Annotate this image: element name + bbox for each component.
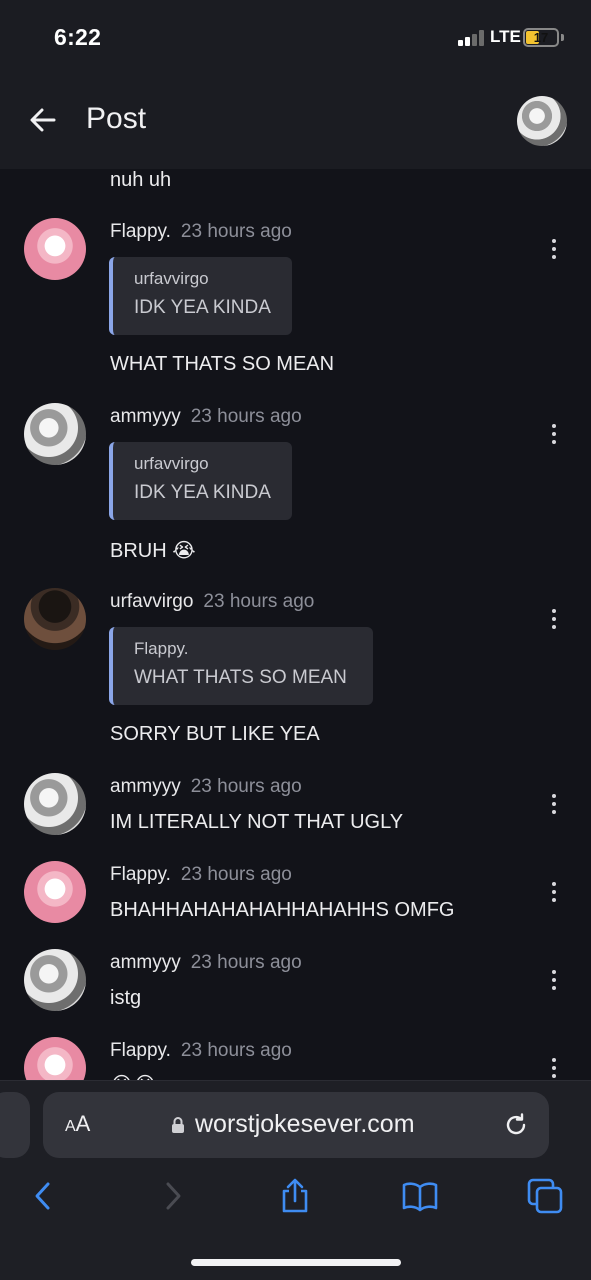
quoted-reply[interactable]: Flappy. WHAT THATS SO MEAN [109,627,373,705]
comment-username[interactable]: ammyyy [110,952,181,973]
more-vertical-icon[interactable] [546,969,562,991]
aa-small: A [65,1118,76,1135]
signal-icon [458,30,484,46]
avatar[interactable] [24,403,86,465]
lock-icon [172,1117,184,1133]
status-time: 6:22 [54,24,102,50]
chevron-right-icon[interactable] [154,1178,190,1214]
comment-list[interactable]: nuh uh Flappy. 23 hours ago urfavvirgo ID… [0,169,591,1080]
reader-settings-button[interactable]: AA [65,1111,90,1137]
quote-text: WHAT THATS SO MEAN [134,667,347,688]
quote-username: urfavvirgo [134,454,209,473]
comment-username[interactable]: urfavvirgo [110,591,193,612]
comment-meta: urfavvirgo 23 hours ago [110,591,314,613]
back-arrow-icon[interactable] [26,103,60,137]
comment-text: BHAHHAHAHAHAHHAHAHHS OMFG [110,899,455,921]
previous-tab-preview[interactable] [0,1092,30,1158]
quoted-reply[interactable]: urfavvirgo IDK YEA KINDA [109,257,292,335]
more-vertical-icon[interactable] [546,608,562,630]
comment-text: istg [110,987,142,1009]
comment-text: IM LITERALLY NOT THAT UGLY [110,811,404,833]
quote-username: Flappy. [134,639,189,658]
url-text[interactable]: worstjokesever.com [195,1110,415,1139]
user-avatar[interactable] [517,96,567,146]
network-label: LTE [490,27,521,46]
more-vertical-icon[interactable] [546,1057,562,1079]
quoted-reply[interactable]: urfavvirgo IDK YEA KINDA [109,442,292,520]
comment-username[interactable]: ammyyy [110,776,181,797]
book-icon[interactable] [402,1178,438,1214]
comment-text: WHAT THATS SO MEAN [110,353,335,375]
avatar[interactable] [24,1037,86,1080]
battery-tip [561,34,564,41]
comment-timestamp: 23 hours ago [203,591,315,612]
comment-username[interactable]: ammyyy [110,406,181,427]
comment-meta: Flappy. 23 hours ago [110,221,292,243]
tabs-icon[interactable] [527,1178,563,1214]
quote-text: IDK YEA KINDA [134,482,271,503]
status-bar: 6:22 LTE 17 [0,0,591,75]
page-title: Post [86,102,147,135]
comment-timestamp: 23 hours ago [180,1040,292,1061]
chevron-left-icon[interactable] [26,1178,62,1214]
browser-toolbar: AA worstjokesever.com [0,1080,591,1280]
avatar[interactable] [24,861,86,923]
comment-text: SORRY BUT LIKE YEA [110,723,320,745]
more-vertical-icon[interactable] [546,793,562,815]
comment-timestamp: 23 hours ago [180,864,292,885]
avatar[interactable] [24,949,86,1011]
quote-username: urfavvirgo [134,269,209,288]
address-bar[interactable]: AA worstjokesever.com [43,1092,549,1158]
avatar[interactable] [24,588,86,650]
comment-timestamp: 23 hours ago [190,952,302,973]
comment-meta: ammyyy 23 hours ago [110,776,302,798]
comment-text: 😭😭 [110,1072,157,1080]
quote-text: IDK YEA KINDA [134,297,271,318]
share-icon[interactable] [277,1178,313,1214]
comment-timestamp: 23 hours ago [180,221,292,242]
more-vertical-icon[interactable] [546,881,562,903]
comment-meta: ammyyy 23 hours ago [110,406,302,428]
comment-timestamp: 23 hours ago [190,406,302,427]
comment-username[interactable]: Flappy. [110,864,171,885]
comment-meta: Flappy. 23 hours ago [110,864,292,886]
more-vertical-icon[interactable] [546,423,562,445]
battery-level: 17 [533,30,549,45]
avatar[interactable] [24,218,86,280]
avatar[interactable] [24,773,86,835]
comment-meta: Flappy. 23 hours ago [110,1040,292,1062]
comment-meta: ammyyy 23 hours ago [110,952,302,974]
more-vertical-icon[interactable] [546,238,562,260]
reload-icon[interactable] [503,1112,529,1138]
aa-large: A [75,1111,91,1136]
comment-text: nuh uh [110,169,172,191]
home-indicator[interactable] [191,1259,401,1266]
comment-username[interactable]: Flappy. [110,1040,171,1061]
comment-timestamp: 23 hours ago [190,776,302,797]
comment-username[interactable]: Flappy. [110,221,171,242]
battery-icon: 17 [523,28,559,47]
comment-text: BRUH 😭 [110,540,196,562]
page-header: Post [0,75,591,169]
